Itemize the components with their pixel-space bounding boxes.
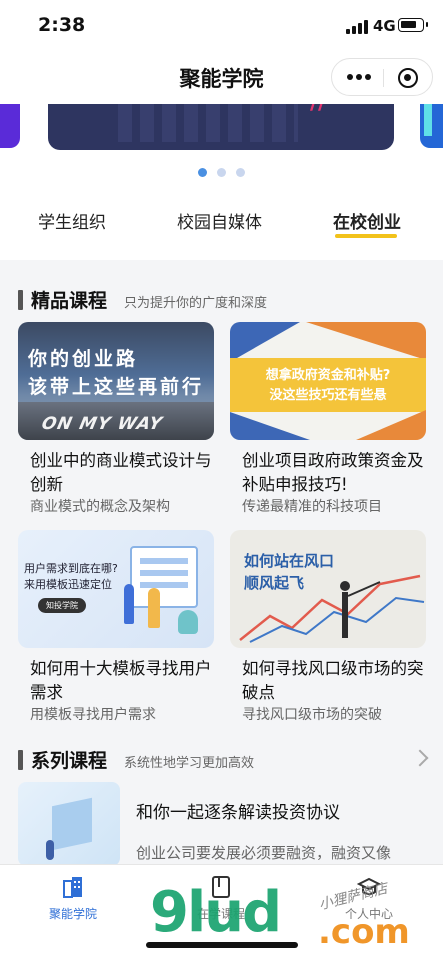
whiteboard-illustration [130, 546, 198, 608]
tab-campus-startup[interactable]: 在校创业 [333, 208, 401, 234]
course-description: 传递最精准的科技项目 [242, 499, 382, 515]
series-thumbnail [18, 782, 120, 866]
person-illustration [148, 588, 160, 628]
banner-prev-slide[interactable] [0, 104, 20, 148]
thumb-text: 想拿政府资金和补贴? [265, 368, 391, 383]
series-description: 创业公司要发展必须要融资，融资又像 [136, 844, 392, 862]
series-section-subtitle: 系统性地学习更加高效 [124, 756, 255, 771]
tab-campus-media[interactable]: 校园自媒体 [177, 208, 262, 234]
course-title: 创业项目政府政策资金及补贴申报技巧! [242, 451, 424, 494]
status-time: 2:38 [38, 14, 86, 36]
course-description: 商业模式的概念及架构 [30, 499, 170, 515]
course-card[interactable]: 如何站在风口 顺风起飞 如何寻找风口级市场的突破点 寻找风口级市场的突破 [230, 530, 426, 730]
banner-next-slide[interactable] [420, 104, 443, 148]
thumb-text: 顺风起飞 [244, 574, 305, 592]
close-mini-program-icon[interactable] [398, 68, 418, 88]
thumb-shape [306, 322, 426, 360]
thumb-text: 用户需求到底在哪? [24, 562, 118, 575]
thumb-shape [356, 410, 426, 440]
banner-art [118, 104, 298, 142]
carousel-indicators [198, 168, 250, 178]
banner-slide[interactable]: // [48, 104, 394, 150]
course-card[interactable]: 用户需求到底在哪? 来用模板迅速定位 知投学院 如何用十大模板寻找用户需求 用模… [18, 530, 214, 730]
course-card[interactable]: 你的创业路 该带上这些再前行 ON MY WAY 创业中的商业模式设计与创新 商… [18, 322, 214, 522]
series-section-title: 系列课程 [31, 750, 108, 772]
thumb-text: 没这些技巧还有些悬 [269, 388, 387, 403]
course-title: 如何寻找风口级市场的突破点 [242, 659, 424, 702]
thumb-text: 如何站在风口 [244, 552, 335, 570]
battery-icon [398, 18, 428, 32]
tab-student-organization[interactable]: 学生组织 [38, 208, 106, 234]
carousel-dot[interactable] [198, 168, 207, 177]
plant-illustration [178, 610, 198, 634]
person-illustration [124, 584, 134, 624]
tab-bar-item-academy[interactable]: 聚能学院 [18, 865, 128, 935]
featured-section-subtitle: 只为提升你的广度和深度 [124, 296, 268, 311]
section-marker [18, 750, 23, 770]
watermark-domain: .com [318, 912, 410, 952]
chevron-right-icon[interactable] [411, 749, 429, 767]
course-thumbnail: 你的创业路 该带上这些再前行 ON MY WAY [18, 322, 214, 440]
thumb-shape [230, 322, 300, 362]
navigation-bar: 聚能学院 [0, 52, 443, 104]
course-thumbnail: 如何站在风口 顺风起飞 [230, 530, 426, 648]
watermark-logo: 9lud [150, 880, 282, 945]
thumb-text: 来用模板迅速定位 [24, 578, 112, 591]
carousel-dot[interactable] [217, 168, 226, 177]
course-description: 寻找风口级市场的突破 [242, 707, 382, 723]
home-indicator [146, 942, 298, 948]
capsule-divider [383, 69, 384, 87]
course-description: 用模板寻找用户需求 [30, 707, 156, 723]
carousel-dot[interactable] [236, 168, 245, 177]
section-marker [18, 290, 23, 310]
status-bar: 2:38 4G [0, 0, 443, 52]
mini-program-capsule [331, 58, 433, 96]
course-title: 如何用十大模板寻找用户需求 [30, 659, 212, 702]
series-course-item[interactable]: 和你一起逐条解读投资协议 创业公司要发展必须要融资，融资又像 [0, 782, 443, 866]
signal-icon [346, 20, 368, 34]
network-type: 4G [373, 17, 396, 35]
active-tab-indicator [335, 234, 397, 238]
thumb-text: 该带上这些再前行 [28, 376, 205, 398]
building-icon [63, 877, 82, 898]
course-thumbnail: 用户需求到底在哪? 来用模板迅速定位 知投学院 [18, 530, 214, 648]
banner-mark: // [310, 104, 326, 115]
featured-section-title: 精品课程 [31, 290, 108, 312]
series-title: 和你一起逐条解读投资协议 [136, 803, 340, 823]
thumb-shape [230, 412, 310, 440]
course-thumbnail: 想拿政府资金和补贴? 没这些技巧还有些悬 [230, 322, 426, 440]
thumb-text: 你的创业路 [28, 348, 139, 370]
course-card[interactable]: 想拿政府资金和补贴? 没这些技巧还有些悬 创业项目政府政策资金及补贴申报技巧! … [230, 322, 426, 522]
more-icon[interactable] [347, 74, 371, 82]
course-title: 创业中的商业模式设计与创新 [30, 451, 212, 494]
thumb-text: ON MY WAY [39, 414, 165, 434]
tab-bar-label: 聚能学院 [48, 907, 97, 921]
thumb-badge: 知投学院 [38, 598, 86, 613]
